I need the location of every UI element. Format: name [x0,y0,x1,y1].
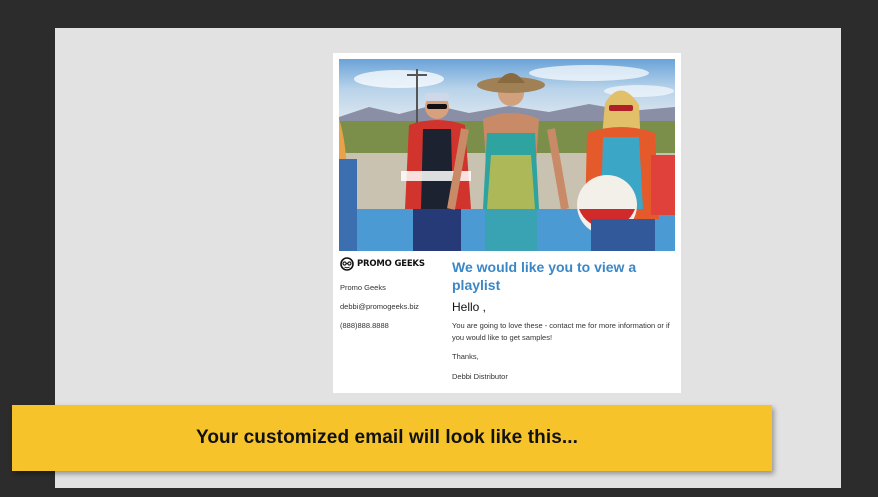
logo-text: PROMO GEEKS [357,259,425,269]
hero-photo [339,59,675,251]
email-signature: Debbi Distributor [452,372,508,381]
sender-email[interactable]: debbi@promogeeks.biz [340,302,444,311]
sender-sidebar: PROMO GEEKS Promo Geeks debbi@promogeeks… [340,256,444,330]
email-preview-card: PROMO GEEKS Promo Geeks debbi@promogeeks… [333,53,681,393]
email-closing: Thanks, [452,352,479,361]
company-logo: PROMO GEEKS [340,256,444,272]
caption-text: Your customized email will look like thi… [195,427,579,448]
company-name: Promo Geeks [340,283,386,292]
email-body: You are going to love these - contact me… [452,321,670,342]
email-greeting: Hello , [452,300,487,314]
email-message: We would like you to view a playlist Hel… [452,258,670,381]
promo-geeks-logo-icon [340,257,354,271]
email-title[interactable]: We would like you to view a playlist [452,258,670,294]
caption-banner: Your customized email will look like thi… [12,405,772,471]
sender-phone: (888)888.8888 [340,321,389,330]
